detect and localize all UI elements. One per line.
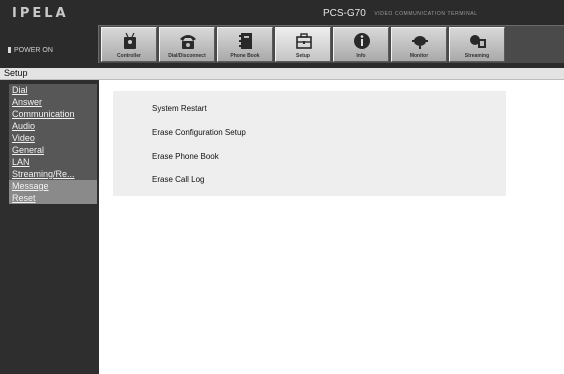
phone-book-button-label: Phone Book [230,53,260,59]
erase-configuration-setup-link[interactable]: Erase Configuration Setup [152,128,246,137]
monitor-button-label: Monitor [409,53,429,59]
model-name: PCS-G70 [323,8,366,19]
system-restart-link[interactable]: System Restart [152,104,207,113]
telephone-icon [180,35,196,49]
dial-disconnect-button[interactable]: Dial/Disconnect [159,27,215,62]
sidebar-item-message[interactable]: Message [9,180,97,192]
info-button[interactable]: Info [333,27,389,62]
sidebar-item-communication[interactable]: Communication [9,108,97,120]
sidebar-menu: Dial Answer Communication Audio Video Ge… [9,84,97,204]
streaming-button-label: Streaming [464,53,490,59]
reset-options-panel: System Restart Erase Configuration Setup… [113,91,506,196]
model-subtitle: VIDEO COMMUNICATION TERMINAL [374,11,478,17]
dial-disconnect-button-label: Dial/Disconnect [168,53,206,59]
monitor-icon [412,36,428,49]
info-icon [354,33,370,49]
power-status-label: POWER ON [14,47,53,54]
erase-call-log-link[interactable]: Erase Call Log [152,175,204,184]
sidebar-item-answer[interactable]: Answer [9,96,97,108]
sidebar-item-reset[interactable]: Reset [9,192,97,204]
setup-button-label: Setup [296,53,310,59]
info-button-label: Info [356,53,366,59]
sidebar-item-dial[interactable]: Dial [9,84,97,96]
monitor-button[interactable]: Monitor [391,27,447,62]
streaming-button[interactable]: Streaming [449,27,505,62]
controller-button[interactable]: Controller [101,27,157,62]
streaming-icon [470,35,486,48]
section-title: Setup [4,68,28,78]
sidebar: Dial Answer Communication Audio Video Ge… [0,80,99,374]
model-info: PCS-G70 VIDEO COMMUNICATION TERMINAL [323,8,478,22]
setup-button[interactable]: Setup [275,27,331,62]
phone-book-icon [239,33,252,49]
sidebar-item-video[interactable]: Video [9,132,97,144]
power-status: POWER ON [8,47,53,54]
controller-icon [124,32,136,49]
brand-logo: IPELA [12,6,69,21]
toolbox-icon [296,33,312,49]
sidebar-item-audio[interactable]: Audio [9,120,97,132]
controller-button-label: Controller [117,53,141,59]
sidebar-item-lan[interactable]: LAN [9,156,97,168]
main-toolbar: Controller Dial/Disconnect Phone Book Se… [98,25,564,63]
sidebar-item-general[interactable]: General [9,144,97,156]
power-led-icon [8,47,11,53]
erase-phone-book-link[interactable]: Erase Phone Book [152,152,219,161]
sidebar-item-streaming-recording[interactable]: Streaming/Re... [9,168,97,180]
section-bar: Setup [0,68,564,80]
phone-book-button[interactable]: Phone Book [217,27,273,62]
header-bar: IPELA PCS-G70 VIDEO COMMUNICATION TERMIN… [0,0,564,68]
